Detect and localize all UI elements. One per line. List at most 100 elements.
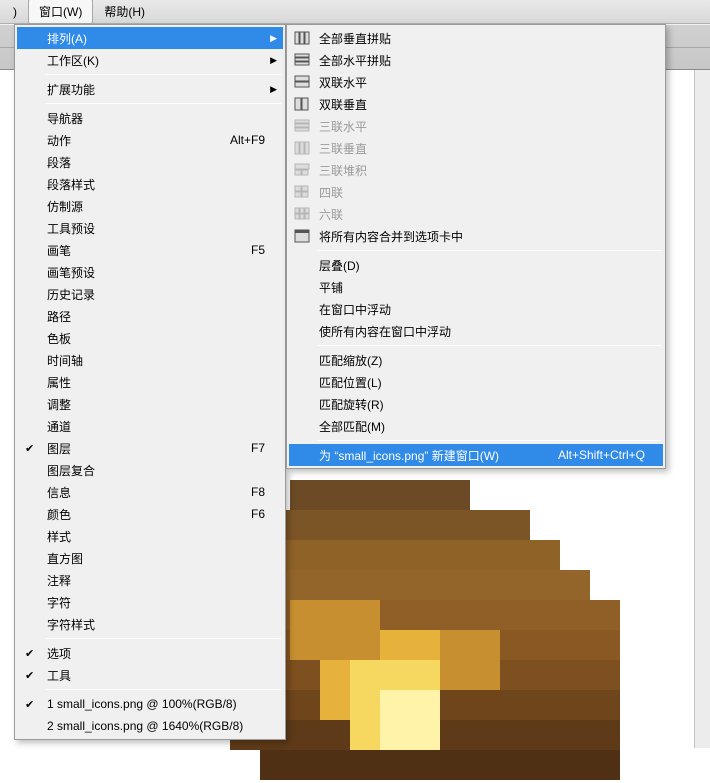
menubar: ) 窗口(W) 帮助(H) bbox=[0, 0, 710, 24]
window-menu-item-13[interactable]: 历史记录 bbox=[17, 283, 283, 305]
tile-all-h-icon bbox=[293, 53, 311, 67]
menu-item-label: 颜色 bbox=[47, 506, 227, 523]
check-icon: ✔ bbox=[25, 442, 34, 455]
window-menu-item-14[interactable]: 路径 bbox=[17, 305, 283, 327]
menu-item-label: 注释 bbox=[47, 572, 265, 589]
menu-item-label: 匹配旋转(R) bbox=[319, 396, 645, 413]
arrange-menu-item-16[interactable]: 匹配缩放(Z) bbox=[289, 349, 663, 371]
menu-item-label: 将所有内容合并到选项卡中 bbox=[319, 228, 645, 245]
window-menu-item-15[interactable]: 色板 bbox=[17, 327, 283, 349]
window-menu-item-19[interactable]: 通道 bbox=[17, 415, 283, 437]
menu-item-shortcut: F6 bbox=[251, 507, 265, 521]
window-menu-item-23[interactable]: 颜色 F6 bbox=[17, 503, 283, 525]
check-icon: ✔ bbox=[25, 669, 34, 682]
arrange-menu-item-17[interactable]: 匹配位置(L) bbox=[289, 371, 663, 393]
menu-item-label: 画笔 bbox=[47, 242, 227, 259]
menu-item-shortcut: F8 bbox=[251, 485, 265, 499]
menu-item-label: 通道 bbox=[47, 418, 265, 435]
window-menu-item-11[interactable]: 画笔 F5 bbox=[17, 239, 283, 261]
window-menu-item-9[interactable]: 仿制源 bbox=[17, 195, 283, 217]
arrange-menu-item-14[interactable]: 使所有内容在窗口中浮动 bbox=[289, 320, 663, 342]
menu-item-label: 路径 bbox=[47, 308, 265, 325]
three-h-icon bbox=[293, 119, 311, 133]
window-menu-item-21[interactable]: 图层复合 bbox=[17, 459, 283, 481]
window-menu-item-27[interactable]: 字符 bbox=[17, 591, 283, 613]
menu-item-label: 在窗口中浮动 bbox=[319, 301, 645, 318]
menu-item-shortcut: F5 bbox=[251, 243, 265, 257]
menubar-item-prev[interactable]: ) bbox=[2, 1, 28, 23]
menu-item-label: 字符 bbox=[47, 594, 265, 611]
three-stack-icon bbox=[293, 163, 311, 177]
window-menu-item-5[interactable]: 导航器 bbox=[17, 107, 283, 129]
window-menu-separator bbox=[45, 103, 281, 104]
menu-item-shortcut: F7 bbox=[251, 441, 265, 455]
window-menu-item-30[interactable]: ✔选项 bbox=[17, 642, 283, 664]
arrange-menu-item-21[interactable]: 为 “small_icons.png” 新建窗口(W)Alt+Shift+Ctr… bbox=[289, 444, 663, 466]
arrange-menu-item-0[interactable]: 全部垂直拼贴 bbox=[289, 27, 663, 49]
window-menu-item-3[interactable]: 扩展功能 ▶ bbox=[17, 78, 283, 100]
window-menu-item-6[interactable]: 动作 Alt+F9 bbox=[17, 129, 283, 151]
arrange-menu-item-18[interactable]: 匹配旋转(R) bbox=[289, 393, 663, 415]
menu-item-label: 全部垂直拼贴 bbox=[319, 30, 645, 47]
window-menu-item-34[interactable]: 2 small_icons.png @ 1640%(RGB/8) bbox=[17, 715, 283, 737]
menu-item-label: 仿制源 bbox=[47, 198, 265, 215]
menu-item-label: 导航器 bbox=[47, 110, 265, 127]
window-menu-item-20[interactable]: ✔ 图层 F7 bbox=[17, 437, 283, 459]
submenu-arrow-icon: ▶ bbox=[270, 84, 277, 95]
arrange-menu-separator bbox=[317, 440, 661, 441]
menu-item-label: 属性 bbox=[47, 374, 265, 391]
vertical-scrollbar[interactable] bbox=[694, 70, 710, 748]
arrange-menu-item-6: 三联堆积 bbox=[289, 159, 663, 181]
arrange-menu-item-19[interactable]: 全部匹配(M) bbox=[289, 415, 663, 437]
arrange-menu-item-3[interactable]: 双联垂直 bbox=[289, 93, 663, 115]
window-menu-item-31[interactable]: ✔工具 bbox=[17, 664, 283, 686]
window-menu-item-25[interactable]: 直方图 bbox=[17, 547, 283, 569]
arrange-menu-item-4: 三联水平 bbox=[289, 115, 663, 137]
menu-item-label: 平铺 bbox=[319, 279, 645, 296]
menubar-item-window[interactable]: 窗口(W) bbox=[28, 0, 93, 24]
window-menu-item-8[interactable]: 段落样式 bbox=[17, 173, 283, 195]
arrange-menu-item-1[interactable]: 全部水平拼贴 bbox=[289, 49, 663, 71]
menu-item-label: 工具预设 bbox=[47, 220, 265, 237]
window-menu-item-18[interactable]: 调整 bbox=[17, 393, 283, 415]
menubar-item-help[interactable]: 帮助(H) bbox=[93, 0, 156, 24]
menu-item-label: 色板 bbox=[47, 330, 265, 347]
menu-item-label: 段落 bbox=[47, 154, 265, 171]
window-menu-item-16[interactable]: 时间轴 bbox=[17, 349, 283, 371]
menu-item-label: 使所有内容在窗口中浮动 bbox=[319, 323, 645, 340]
menu-item-label: 扩展功能 bbox=[47, 81, 265, 98]
arrange-menu-item-11[interactable]: 层叠(D) bbox=[289, 254, 663, 276]
window-menu-item-22[interactable]: 信息F8 bbox=[17, 481, 283, 503]
four-icon bbox=[293, 185, 311, 199]
menu-window: 排列(A)▶工作区(K)▶ 扩展功能 ▶ 导航器动作 Alt+F9 段落段落样式仿制源工具… bbox=[14, 24, 286, 740]
menu-item-shortcut: Alt+Shift+Ctrl+Q bbox=[558, 448, 645, 462]
arrange-menu-item-12[interactable]: 平铺 bbox=[289, 276, 663, 298]
window-menu-item-26[interactable]: 注释 bbox=[17, 569, 283, 591]
menu-item-label: 三联水平 bbox=[319, 118, 645, 135]
menu-item-label: 四联 bbox=[319, 184, 645, 201]
window-menu-item-7[interactable]: 段落 bbox=[17, 151, 283, 173]
tile-all-v-icon bbox=[293, 31, 311, 45]
arrange-menu-item-8: 六联 bbox=[289, 203, 663, 225]
window-menu-item-17[interactable]: 属性 bbox=[17, 371, 283, 393]
window-menu-item-33[interactable]: ✔1 small_icons.png @ 100%(RGB/8) bbox=[17, 693, 283, 715]
menu-item-label: 双联垂直 bbox=[319, 96, 645, 113]
menu-item-label: 图层 bbox=[47, 440, 227, 457]
arrange-menu-separator bbox=[317, 250, 661, 251]
window-menu-item-0[interactable]: 排列(A)▶ bbox=[17, 27, 283, 49]
window-menu-item-24[interactable]: 样式 bbox=[17, 525, 283, 547]
arrange-menu-item-2[interactable]: 双联水平 bbox=[289, 71, 663, 93]
window-menu-item-1[interactable]: 工作区(K)▶ bbox=[17, 49, 283, 71]
arrange-menu-item-9[interactable]: 将所有内容合并到选项卡中 bbox=[289, 225, 663, 247]
menu-item-label: 字符样式 bbox=[47, 616, 265, 633]
menu-item-label: 动作 bbox=[47, 132, 206, 149]
window-menu-separator bbox=[45, 74, 281, 75]
window-menu-item-10[interactable]: 工具预设 bbox=[17, 217, 283, 239]
window-menu-item-12[interactable]: 画笔预设 bbox=[17, 261, 283, 283]
menu-item-shortcut: Alt+F9 bbox=[230, 133, 265, 147]
menu-item-label: 六联 bbox=[319, 206, 645, 223]
menu-item-label: 全部匹配(M) bbox=[319, 418, 645, 435]
arrange-menu-item-13[interactable]: 在窗口中浮动 bbox=[289, 298, 663, 320]
window-menu-item-28[interactable]: 字符样式 bbox=[17, 613, 283, 635]
menu-item-label: 全部水平拼贴 bbox=[319, 52, 645, 69]
